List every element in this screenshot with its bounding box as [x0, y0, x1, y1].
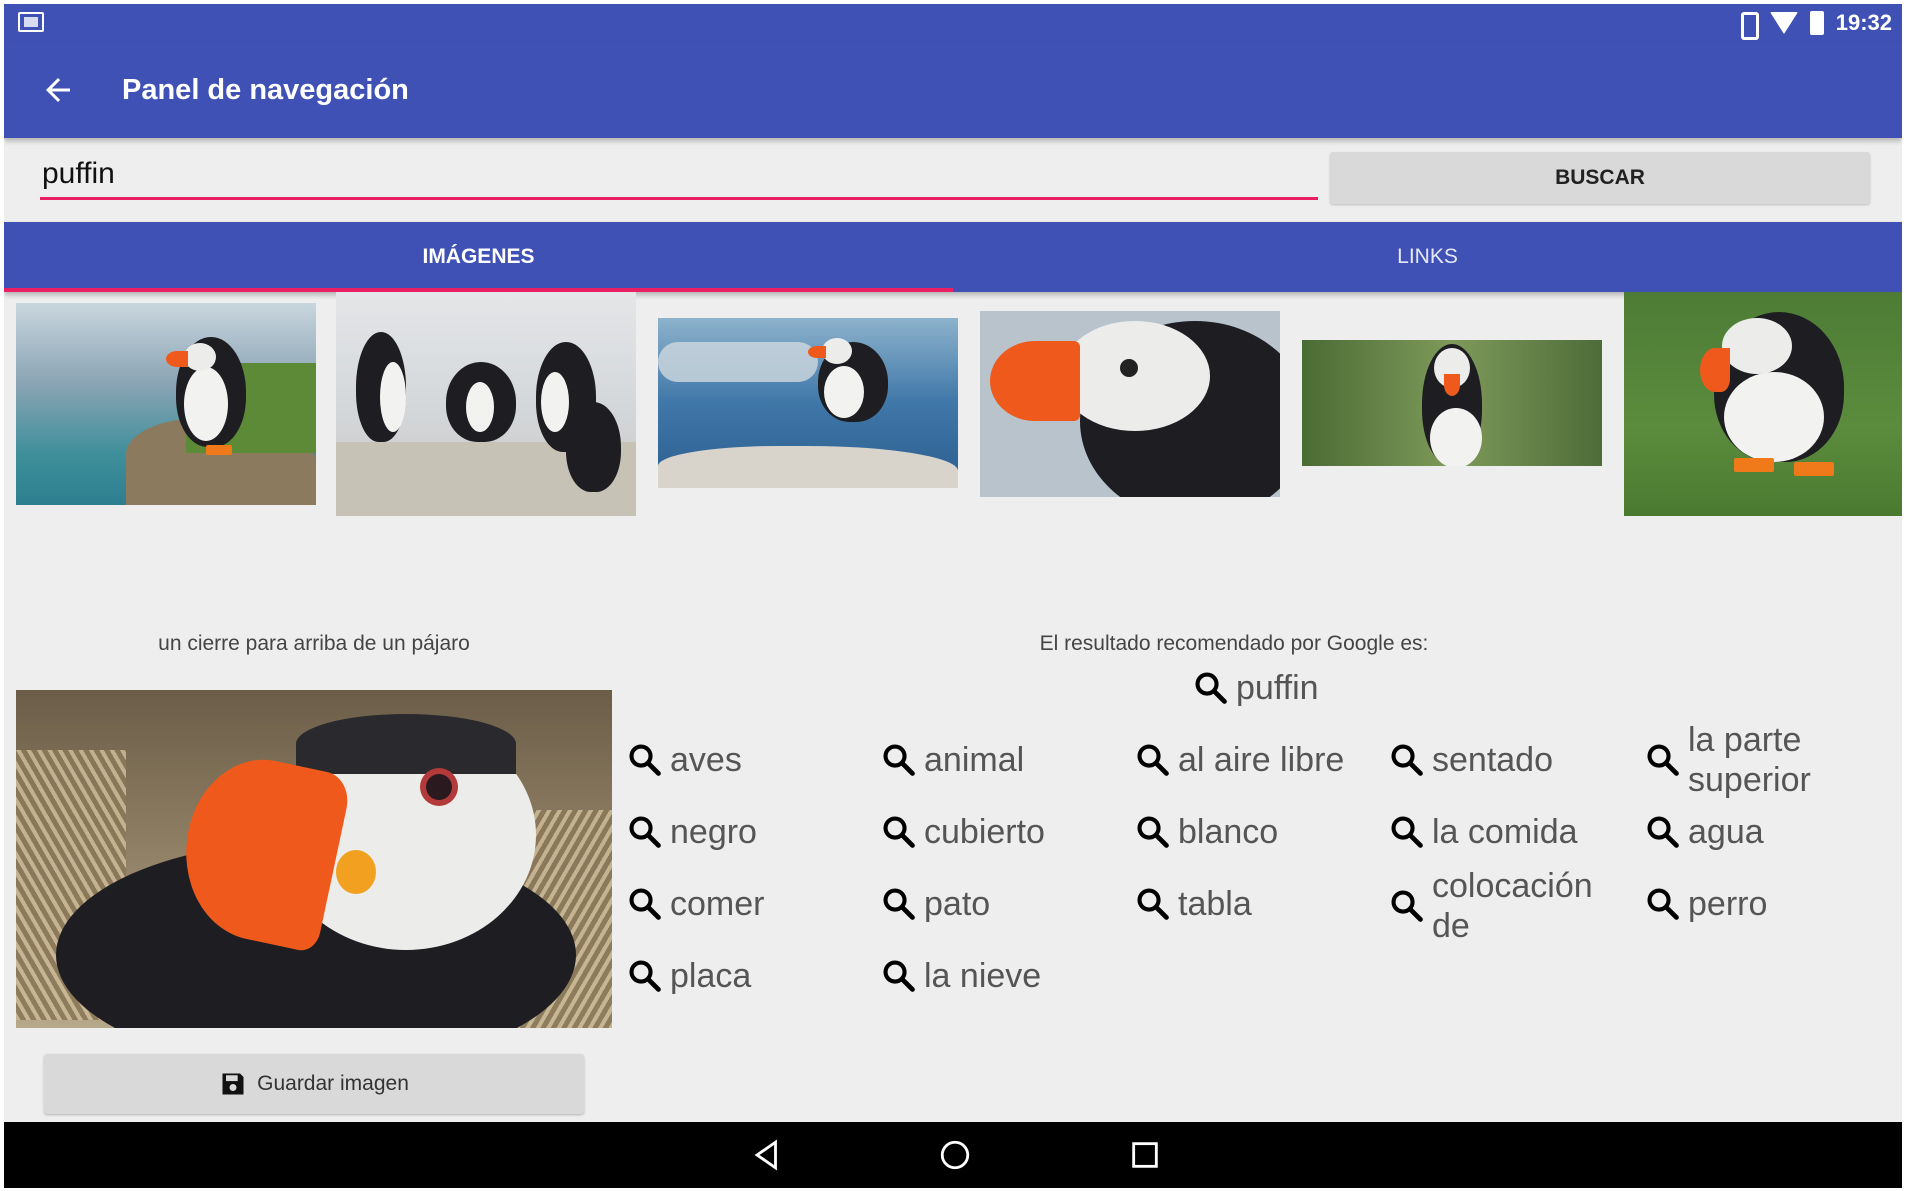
nav-back-icon[interactable] [750, 1138, 784, 1172]
search-input[interactable] [40, 150, 1318, 200]
tab-links[interactable]: LINKS [953, 222, 1902, 292]
recommended-search-link[interactable]: puffin [1192, 668, 1319, 708]
search-icon [883, 960, 915, 992]
save-icon [222, 1073, 244, 1095]
search-button[interactable]: BUSCAR [1330, 152, 1870, 204]
tag-label: la comida [1432, 813, 1578, 851]
back-arrow-icon[interactable] [40, 72, 76, 108]
tab-images[interactable]: IMÁGENES [4, 222, 953, 292]
tag-link[interactable]: agua [1644, 812, 1764, 852]
search-icon [629, 744, 661, 776]
tag-label: comer [670, 885, 765, 923]
selected-image [16, 690, 612, 1028]
tag-label: pato [924, 885, 991, 923]
save-image-button[interactable]: Guardar imagen [44, 1054, 584, 1114]
recommended-term: puffin [1236, 669, 1319, 707]
search-icon [1647, 816, 1679, 848]
image-result-thumbnail[interactable] [336, 292, 636, 516]
tag-link[interactable]: sentado [1388, 740, 1553, 780]
system-navigation-bar [4, 1122, 1902, 1188]
vibrate-icon [1736, 11, 1759, 40]
search-icon [1391, 890, 1423, 922]
tag-label: aves [670, 741, 742, 779]
image-result-thumbnail[interactable] [980, 311, 1280, 497]
status-indicators: 19:32 [1736, 8, 1892, 40]
recommendation-label: El resultado recomendado por Google es: [1039, 632, 1429, 655]
tab-bar: IMÁGENES LINKS [4, 222, 1902, 292]
image-result-thumbnail[interactable] [1302, 340, 1602, 466]
search-icon [1137, 744, 1169, 776]
app-toolbar: Panel de navegación [4, 42, 1902, 138]
tag-label: blanco [1178, 813, 1279, 851]
search-icon [1137, 888, 1169, 920]
tag-label: negro [670, 813, 757, 851]
tag-link[interactable]: la comida [1388, 812, 1578, 852]
image-result-thumbnail[interactable] [16, 303, 316, 505]
search-icon [1137, 816, 1169, 848]
tag-label: placa [670, 957, 752, 995]
tag-label: cubierto [924, 813, 1045, 851]
search-icon [883, 816, 915, 848]
search-icon [629, 816, 661, 848]
search-icon [883, 744, 915, 776]
tag-link[interactable]: tabla [1134, 884, 1252, 924]
search-icon [1195, 672, 1227, 704]
tag-link[interactable]: animal [880, 740, 1024, 780]
gallery-notification-icon [18, 12, 44, 32]
battery-icon [1809, 11, 1824, 35]
search-icon [629, 888, 661, 920]
page-title: Panel de navegación [122, 74, 409, 106]
search-icon [1647, 888, 1679, 920]
nav-home-icon[interactable] [938, 1138, 972, 1172]
tag-link[interactable]: blanco [1134, 812, 1278, 852]
tag-link[interactable]: perro [1644, 884, 1767, 924]
wifi-icon [1769, 12, 1798, 34]
nav-recents-icon[interactable] [1128, 1138, 1162, 1172]
save-image-label: Guardar imagen [257, 1072, 409, 1095]
image-result-thumbnail[interactable] [658, 318, 958, 488]
app-screen: 19:32 Panel de navegación BUSCAR IMÁGENE… [4, 4, 1902, 1188]
search-icon [1391, 816, 1423, 848]
tag-link[interactable]: pato [880, 884, 990, 924]
search-icon [1647, 744, 1679, 776]
tag-label: tabla [1178, 885, 1252, 923]
tag-link[interactable]: al aire libre [1134, 740, 1344, 780]
tag-link[interactable]: la nieve [880, 956, 1041, 996]
tag-link[interactable]: negro [626, 812, 757, 852]
tag-label: agua [1688, 813, 1764, 851]
tag-label: perro [1688, 885, 1768, 923]
tag-link[interactable]: cubierto [880, 812, 1045, 852]
tag-link[interactable]: colocación de [1388, 866, 1618, 946]
tag-link[interactable]: comer [626, 884, 764, 924]
search-icon [629, 960, 661, 992]
tag-link[interactable]: la parte superior [1644, 720, 1844, 800]
tag-link[interactable]: placa [626, 956, 751, 996]
search-icon [1391, 744, 1423, 776]
tag-label: la parte superior [1688, 721, 1811, 799]
tag-label: la nieve [924, 957, 1042, 995]
search-icon [883, 888, 915, 920]
image-caption: un cierre para arriba de un pájaro [158, 632, 470, 655]
status-bar: 19:32 [4, 4, 1902, 42]
tag-label: sentado [1432, 741, 1553, 779]
tag-label: colocación de [1432, 867, 1593, 945]
tag-link[interactable]: aves [626, 740, 742, 780]
status-time: 19:32 [1835, 10, 1892, 35]
image-result-thumbnail[interactable] [1624, 292, 1902, 516]
tag-label: al aire libre [1178, 741, 1345, 779]
tag-label: animal [924, 741, 1025, 779]
